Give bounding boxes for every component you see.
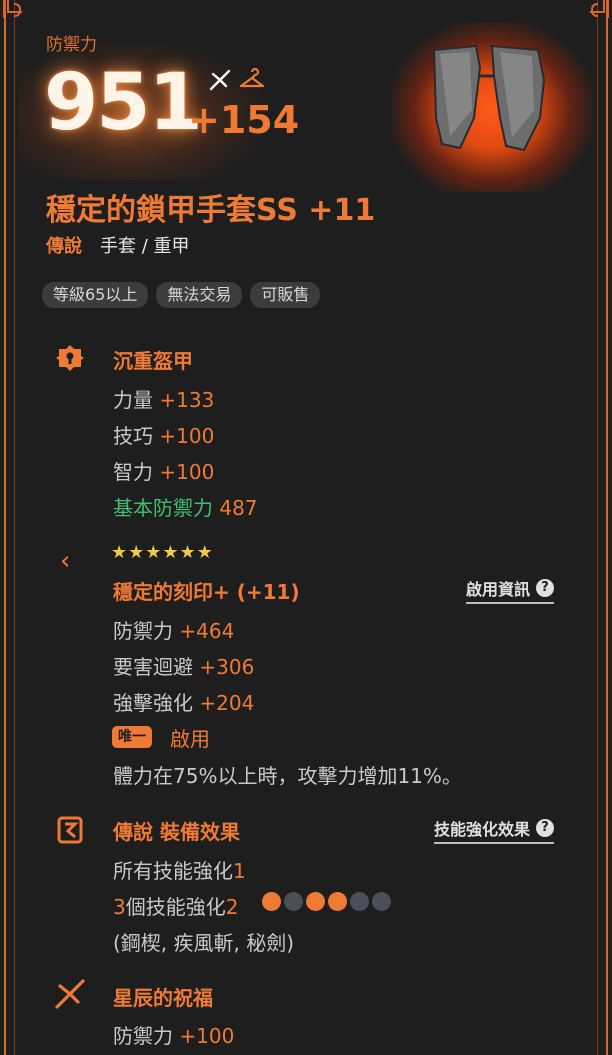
stat-power-enhance: 強擊強化 +204 [113,691,255,715]
armor-lock-icon [56,345,84,371]
progress-dot [350,892,369,911]
item-name: 穩定的鎖甲手套SS +11 [46,193,376,228]
set-progress-dots [262,892,391,911]
skill-list: (鋼楔, 疾風斬, 秘劍) [113,931,295,955]
item-tooltip-panel: 防禦力 951 +154 穩定的鎖甲手套SS +11 傳說 手套 / 重甲 等級… [0,0,612,1055]
corner-ornament-left [3,0,22,18]
progress-dot [372,892,391,911]
corner-ornament-right [590,0,609,18]
stat-strength: 力量 +133 [113,388,215,412]
stat-defense: 防禦力 +464 [113,619,235,643]
star-blessing-stat: 防禦力 +100 [113,1024,235,1048]
stat-dexterity: 技巧 +100 [113,424,215,448]
defense-bonus: +154 [188,98,300,142]
three-skill-enhance: 3個技能強化2 [113,895,239,919]
gauntlet-icon [432,44,546,152]
activate-label: 啟用 [170,727,210,751]
star-sparkle-icon [209,69,231,91]
left-border [4,0,15,1055]
progress-dot [306,892,325,911]
tag-sellable: 可販售 [250,282,321,308]
set-effect-icon [57,816,83,844]
hanger-icon [239,68,265,88]
star-blessing-icon [55,979,85,1009]
tag-untradeable: 無法交易 [156,282,243,308]
tag-level-requirement: 等級65以上 [42,282,149,308]
skill-enhance-link[interactable]: 技能強化效果? [433,816,554,844]
all-skill-enhance: 所有技能強化1 [113,859,246,883]
defense-label: 防禦力 [46,35,97,55]
item-rarity: 傳說 [46,236,82,257]
stat-critical-evasion: 要害迴避 +306 [113,655,255,679]
chevron-left-icon[interactable]: ‹ [60,546,70,576]
question-icon: ? [536,579,554,597]
stat-base-defense: 基本防禦力 487 [113,496,258,520]
engraving-stars: ★★★★★★ [111,542,214,563]
item-tags: 等級65以上 無法交易 可販售 [42,282,321,308]
stat-intelligence: 智力 +100 [113,460,215,484]
star-blessing-title: 星辰的祝福 [113,986,213,1010]
question-icon: ? [536,819,554,837]
heavy-armor-title: 沉重盔甲 [113,349,193,373]
progress-dot [284,892,303,911]
activation-info-link[interactable]: 啟用資訊? [465,576,554,604]
legend-effect-title: 傳說 裝備效果 [113,820,240,844]
right-border [597,0,608,1055]
engraving-title: 穩定的刻印+ (+11) [113,580,300,604]
engraving-effect: 體力在75%以上時，攻擊力增加11%。 [113,764,462,788]
unique-badge: 唯一 [112,726,152,748]
progress-dot [262,892,281,911]
progress-dot [328,892,347,911]
defense-value: 951 [44,58,203,148]
item-type: 手套 / 重甲 [100,236,190,257]
